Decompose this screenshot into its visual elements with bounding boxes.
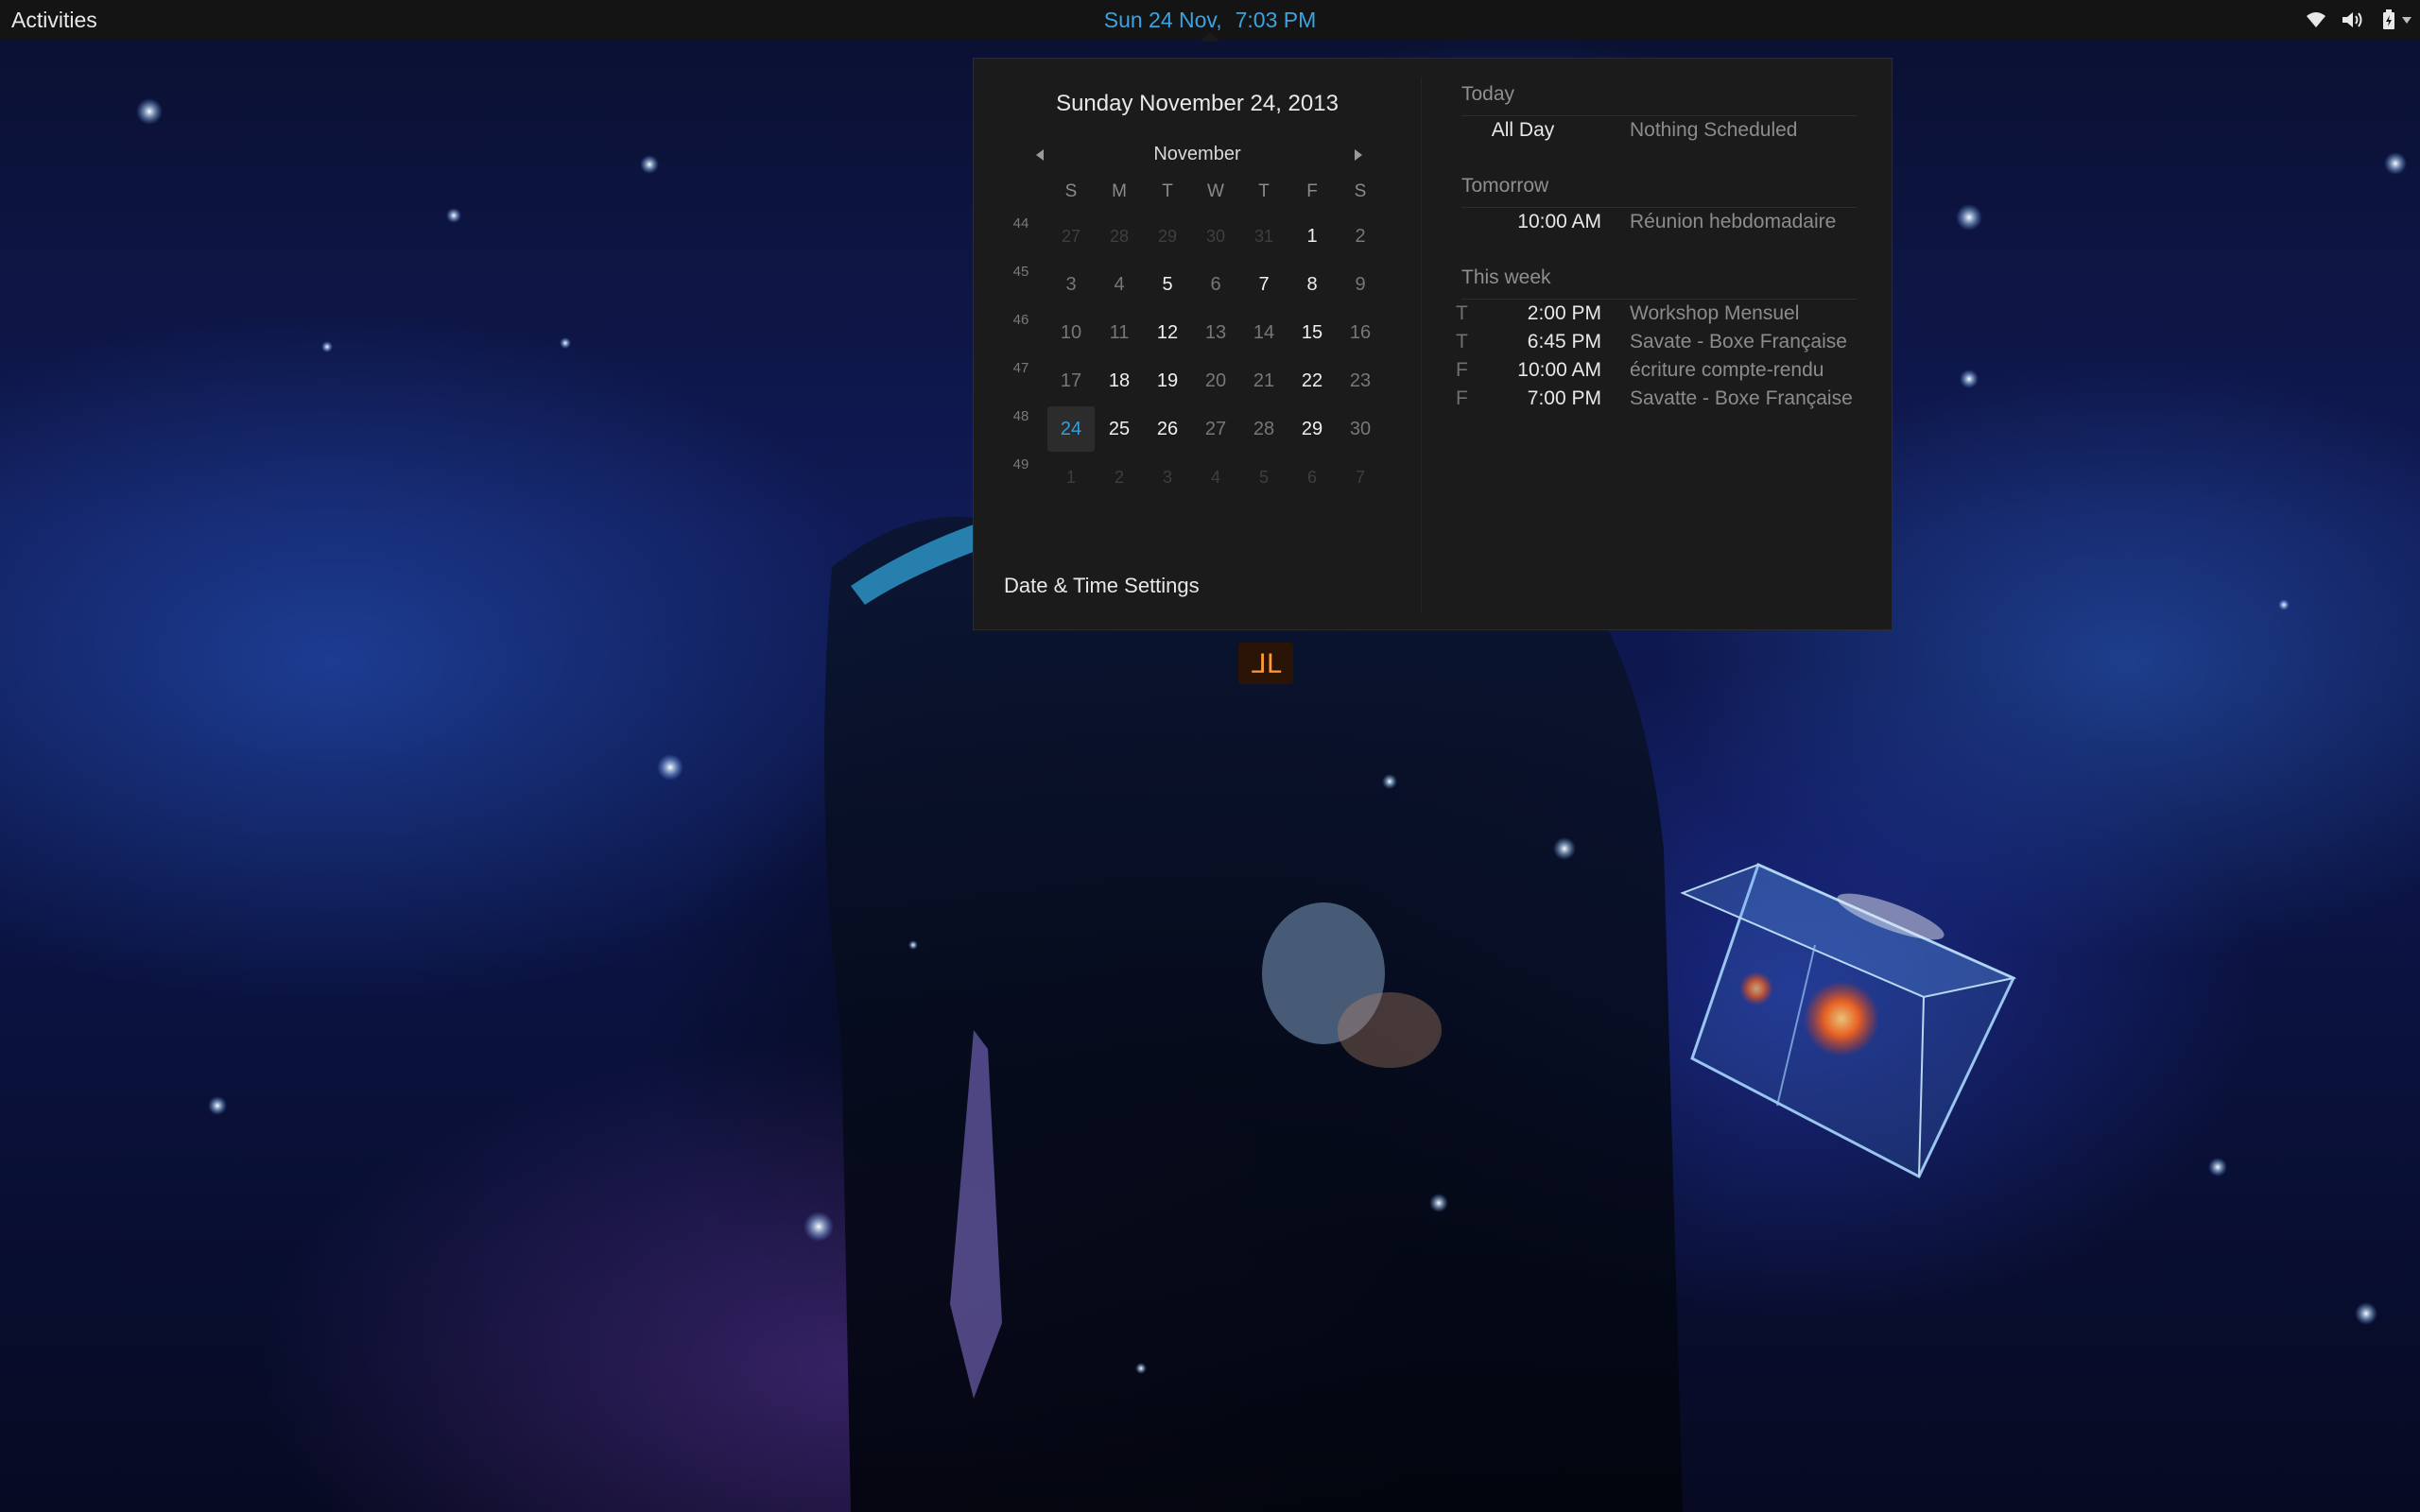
calendar-day[interactable]: 9 [1337, 262, 1384, 307]
chevron-right-icon [1355, 149, 1362, 161]
date-time-settings-button[interactable]: Date & Time Settings [1004, 574, 1200, 598]
calendar-day[interactable]: 10 [1047, 310, 1095, 355]
section-divider [1461, 299, 1857, 300]
weekday-label: T [1162, 181, 1173, 201]
calendar-day-today[interactable]: 24 [1047, 406, 1095, 452]
calendar-day[interactable]: 18 [1096, 358, 1143, 404]
calendar-day[interactable]: 12 [1144, 310, 1191, 355]
battery-icon [2382, 0, 2395, 40]
event-row[interactable]: F 10:00 AM écriture compte-rendu [1444, 359, 1879, 386]
event-time: 7:00 PM [1527, 387, 1601, 409]
calendar-day[interactable]: 27 [1047, 214, 1095, 259]
calendar-day[interactable]: 2 [1096, 455, 1143, 500]
weekday-label: W [1207, 181, 1224, 201]
calendar-day[interactable]: 30 [1192, 214, 1239, 259]
calendar-day[interactable]: 11 [1096, 310, 1143, 355]
volume-icon [2341, 0, 2365, 40]
calendar-day[interactable]: 29 [1144, 214, 1191, 259]
weekday-label: T [1258, 181, 1270, 201]
weekday-label: S [1354, 181, 1367, 201]
event-row[interactable]: All Day Nothing Scheduled [1444, 119, 1879, 146]
event-title: Savate - Boxe Française [1630, 331, 1847, 352]
calendar-day[interactable]: 8 [1288, 262, 1336, 307]
system-status-area[interactable] [2231, 0, 2420, 40]
event-row[interactable]: T 6:45 PM Savate - Boxe Française [1444, 331, 1879, 357]
weekday-label: S [1064, 181, 1078, 201]
section-title-this-week: This week [1461, 266, 1551, 288]
calendar-day[interactable]: 25 [1096, 406, 1143, 452]
event-title: Nothing Scheduled [1630, 119, 1798, 141]
event-row[interactable]: T 2:00 PM Workshop Mensuel [1444, 302, 1879, 329]
calendar-day[interactable]: 27 [1192, 406, 1239, 452]
calendar-day[interactable]: 28 [1240, 406, 1288, 452]
activities-button[interactable]: Activities [11, 0, 97, 40]
event-time: 2:00 PM [1527, 302, 1601, 324]
calendar-day[interactable]: 5 [1240, 455, 1288, 500]
wifi-icon [2305, 0, 2327, 40]
event-time: 10:00 AM [1517, 359, 1601, 381]
calendar-day[interactable]: 14 [1240, 310, 1288, 355]
calendar-day[interactable]: 16 [1337, 310, 1384, 355]
calendar-day[interactable]: 7 [1337, 455, 1384, 500]
event-title: Workshop Mensuel [1630, 302, 1800, 324]
full-date-heading: Sunday November 24, 2013 [1056, 91, 1339, 116]
calendar-day[interactable]: 31 [1240, 214, 1288, 259]
weekday-label: F [1306, 181, 1318, 201]
calendar-day[interactable]: 3 [1144, 455, 1191, 500]
event-title: Savatte - Boxe Française [1630, 387, 1853, 409]
clock-time: 7:03 PM [1235, 8, 1317, 32]
event-title: Réunion hebdomadaire [1630, 211, 1837, 232]
week-number: 48 [1012, 408, 1029, 424]
week-number: 47 [1012, 360, 1029, 376]
week-number: 45 [1012, 264, 1029, 280]
calendar-day[interactable]: 7 [1240, 262, 1288, 307]
clock-date: Sun 24 Nov, [1103, 8, 1222, 32]
calendar-day[interactable]: 3 [1047, 262, 1095, 307]
popup-arrow [1201, 32, 1219, 42]
section-title-tomorrow: Tomorrow [1461, 175, 1549, 197]
week-number: 44 [1012, 215, 1029, 232]
calendar-day[interactable]: 4 [1192, 455, 1239, 500]
weekday-label: M [1112, 181, 1127, 201]
calendar-day[interactable]: 17 [1047, 358, 1095, 404]
calendar-day[interactable]: 22 [1288, 358, 1336, 404]
event-time: 10:00 AM [1517, 211, 1601, 232]
calendar-day[interactable]: 21 [1240, 358, 1288, 404]
next-month-button[interactable] [1349, 146, 1368, 164]
week-number: 49 [1012, 456, 1029, 472]
calendar-day[interactable]: 26 [1144, 406, 1191, 452]
section-divider [1461, 115, 1857, 116]
popup-divider [1421, 77, 1422, 612]
calendar-day[interactable]: 20 [1192, 358, 1239, 404]
calendar-day[interactable]: 29 [1288, 406, 1336, 452]
event-time: All Day [1491, 119, 1555, 141]
section-divider [1461, 207, 1857, 208]
calendar-day[interactable]: 6 [1192, 262, 1239, 307]
calendar-day[interactable]: 30 [1337, 406, 1384, 452]
event-row[interactable]: 10:00 AM Réunion hebdomadaire [1444, 211, 1879, 237]
section-title-today: Today [1461, 83, 1515, 105]
calendar-day[interactable]: 15 [1288, 310, 1336, 355]
calendar-day[interactable]: 23 [1337, 358, 1384, 404]
calendar-popup: Sunday November 24, 2013 November S M T … [973, 58, 1893, 630]
calendar-day[interactable]: 13 [1192, 310, 1239, 355]
calendar-day[interactable]: 19 [1144, 358, 1191, 404]
week-number: 46 [1012, 312, 1029, 328]
calendar-day[interactable]: 4 [1096, 262, 1143, 307]
calendar-day[interactable]: 6 [1288, 455, 1336, 500]
event-title: écriture compte-rendu [1630, 359, 1824, 381]
dropdown-arrow-icon [2401, 0, 2412, 40]
calendar-day[interactable]: 2 [1337, 214, 1384, 259]
calendar-day[interactable]: 1 [1288, 214, 1336, 259]
calendar-day[interactable]: 5 [1144, 262, 1191, 307]
svg-text:ᒧᒪ: ᒧᒪ [1251, 648, 1282, 679]
event-time: 6:45 PM [1527, 331, 1601, 352]
calendar-day[interactable]: 28 [1096, 214, 1143, 259]
event-row[interactable]: F 7:00 PM Savatte - Boxe Française [1444, 387, 1879, 414]
calendar-day[interactable]: 1 [1047, 455, 1095, 500]
